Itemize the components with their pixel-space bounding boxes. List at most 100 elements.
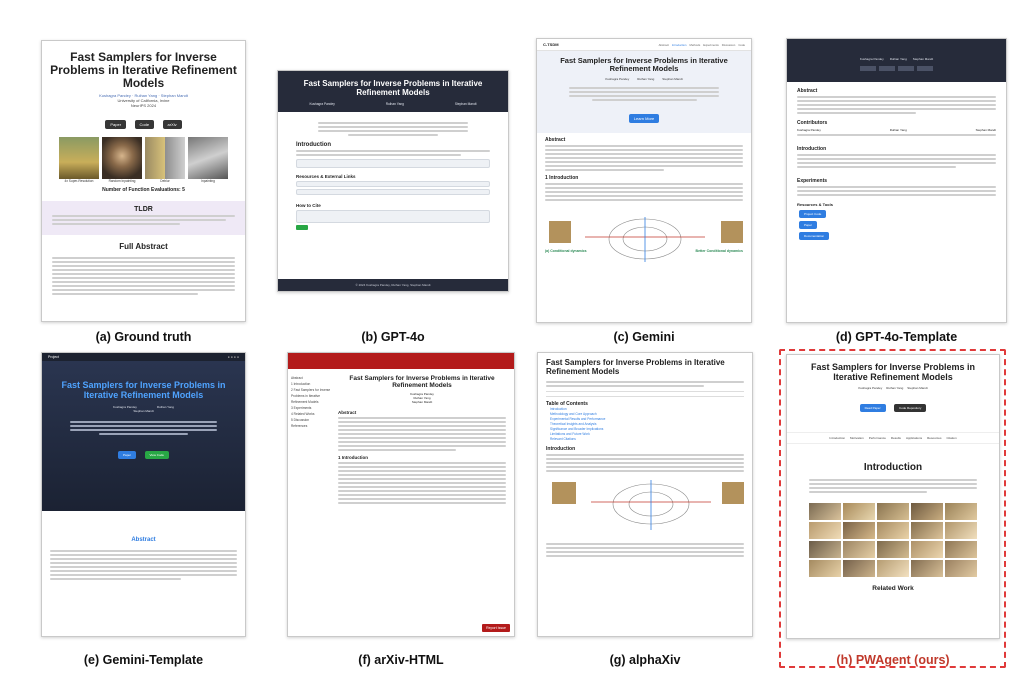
nav-link[interactable]: Discussion [722, 43, 736, 47]
caption-g: (g) alphaXiv [609, 653, 681, 667]
section-heading: Contributors [797, 120, 828, 126]
arxiv-button[interactable]: arXiv [162, 119, 182, 129]
dark-header: Fast Samplers for Inverse Problems in It… [278, 71, 508, 112]
nfe-line: Number of Function Evaluations: 5 [102, 186, 185, 193]
toc-item[interactable]: 2 Fast Samplers for Inverse Problems in … [291, 387, 331, 405]
nav-link[interactable]: Introduction [829, 436, 845, 440]
results-grid [809, 502, 977, 577]
caption-e: (e) Gemini-Template [83, 653, 204, 667]
section-heading: Introduction [863, 461, 923, 473]
dynamics-diagram [552, 479, 744, 530]
page-title: Fast Samplers for Inverse Problems in It… [50, 50, 237, 91]
section-heading: How to Cite [296, 203, 321, 208]
section-heading: Introduction [546, 445, 576, 452]
copy-button[interactable] [296, 225, 308, 230]
hero: Fast Samplers for Inverse Problems in It… [42, 361, 245, 511]
resource-link[interactable]: Paper [799, 221, 818, 229]
nav-link[interactable]: Performance [869, 436, 886, 440]
page-title: Fast Samplers for Inverse Problems in It… [560, 56, 728, 74]
code-button[interactable]: View Code [144, 450, 169, 459]
screenshot-alphaxiv: Fast Samplers for Inverse Problems in It… [537, 352, 753, 637]
full-abstract-heading: Full Abstract [119, 242, 168, 252]
toc-item[interactable]: References [291, 423, 331, 429]
caption-d: (d) GPT-4o-Template [835, 330, 958, 344]
dark-header: Kushagra Pandey Ruihan Yang Stephan Mand… [787, 39, 1006, 82]
header-button[interactable] [917, 66, 933, 71]
screenshot-gemini: C-TSDM Abstract Introduction Methods Exp… [536, 38, 752, 323]
tldr-heading: TLDR [134, 205, 153, 213]
screenshot-gemini-template: Project ● ● ● ● Fast Samplers for Invers… [41, 352, 246, 637]
wheat-deblur-photo [145, 136, 185, 179]
author-name: Stephan Mandt [912, 57, 934, 61]
wheat-photo [59, 136, 99, 179]
header-button[interactable] [898, 66, 914, 71]
resource-link[interactable]: Project Code [799, 210, 827, 218]
caption-f: (f) arXiv-HTML [358, 653, 444, 667]
header-button[interactable] [879, 66, 895, 71]
section-nav: Introduction Motivation Performance Resu… [787, 431, 999, 444]
page-title: Fast Samplers for Inverse Problems in It… [810, 362, 976, 382]
report-issue-button[interactable]: Report Issue [482, 624, 510, 632]
dynamics-diagram [549, 216, 743, 262]
footer: © 2024 Kushagra Pandey, Ruihan Yang, Ste… [278, 279, 508, 291]
author-name: Ruihan Yang [889, 57, 907, 61]
screenshot-gpt4o-template: Kushagra Pandey Ruihan Yang Stephan Mand… [786, 38, 1007, 323]
paper-button[interactable]: Paper [105, 119, 127, 129]
page-title: Fast Samplers for Inverse Problems in It… [546, 358, 725, 376]
author-name: Kushagra Pandey [309, 102, 335, 106]
nav-link[interactable]: Resources [927, 436, 941, 440]
section-heading: Abstract [545, 136, 566, 143]
caption-b: (b) GPT-4o [361, 330, 425, 344]
screenshot-pwagent: Fast Samplers for Inverse Problems in It… [786, 354, 1000, 639]
author-name: Stephan Mandt [454, 102, 477, 106]
read-paper-button[interactable]: Read Paper [859, 403, 886, 412]
navbar: C-TSDM Abstract Introduction Methods Exp… [537, 39, 751, 51]
nav-link[interactable]: Methods [690, 43, 701, 47]
author-name: Stephan Mandt [662, 76, 683, 81]
page-title: Fast Samplers for Inverse Problems in It… [349, 375, 495, 390]
screenshot-ground-truth: Fast Samplers for Inverse Problems in It… [41, 40, 246, 322]
image-label: Deblur [160, 178, 170, 183]
nav-link[interactable]: Motivation [850, 436, 864, 440]
page-title: Fast Samplers for Inverse Problems in It… [303, 79, 483, 97]
toc-item[interactable]: Relevant Citations [550, 437, 744, 442]
logo: C-TSDM [543, 42, 559, 47]
author-name: Kushagra Pandey [605, 76, 630, 81]
screenshot-arxiv-html: Abstract 1 Introduction 2 Fast Samplers … [287, 352, 515, 637]
header-button[interactable] [860, 66, 876, 71]
nav-link[interactable]: Citation [946, 436, 956, 440]
author-name: Ruihan Yang [637, 76, 655, 81]
figure-label: (a) Conditional dynamics [545, 248, 587, 253]
page-title: Fast Samplers for Inverse Problems in It… [61, 380, 226, 400]
code-button[interactable]: Code [134, 119, 155, 129]
nav-link[interactable]: Introduction [672, 43, 687, 47]
image-label: Inpainting [201, 178, 215, 183]
nav-link[interactable]: Experiments [703, 43, 719, 47]
nav-link[interactable]: Code [738, 43, 745, 47]
brand: Project [48, 355, 59, 359]
hero: Fast Samplers for Inverse Problems in It… [537, 51, 751, 133]
resource-link[interactable]: Documentation [799, 232, 830, 240]
section-heading: Introduction [797, 146, 827, 152]
figure-label: Better Conditional dynamics [695, 248, 743, 253]
learn-more-button[interactable]: Learn More [628, 113, 660, 123]
author-name: Ruihan Yang [156, 404, 174, 409]
nav-link[interactable]: Applications [906, 436, 922, 440]
image-label: 4x Super-Resolution [64, 178, 94, 183]
nav-link[interactable]: Abstract [659, 43, 669, 47]
contributor-name: Stephan Mandt [975, 128, 996, 132]
section-heading: 1 Introduction [338, 455, 368, 461]
paper-button[interactable]: Paper [118, 450, 137, 459]
author-name: Ruihan Yang [385, 102, 404, 106]
section-heading: Abstract [338, 410, 357, 416]
code-repo-button[interactable]: Code Repository [894, 403, 927, 412]
image-strip [42, 136, 245, 179]
author-name: Stephan Mandt [411, 400, 433, 405]
section-heading: Abstract [797, 88, 818, 94]
toc-sidebar: Abstract 1 Introduction 2 Fast Samplers … [288, 369, 334, 506]
nav-link[interactable]: Results [891, 436, 901, 440]
conf-line: NeurIPS 2024 [130, 102, 157, 108]
author-name: Kushagra Pandey [858, 385, 883, 390]
tldr-box: TLDR [42, 200, 245, 236]
toolbar[interactable] [546, 390, 744, 397]
